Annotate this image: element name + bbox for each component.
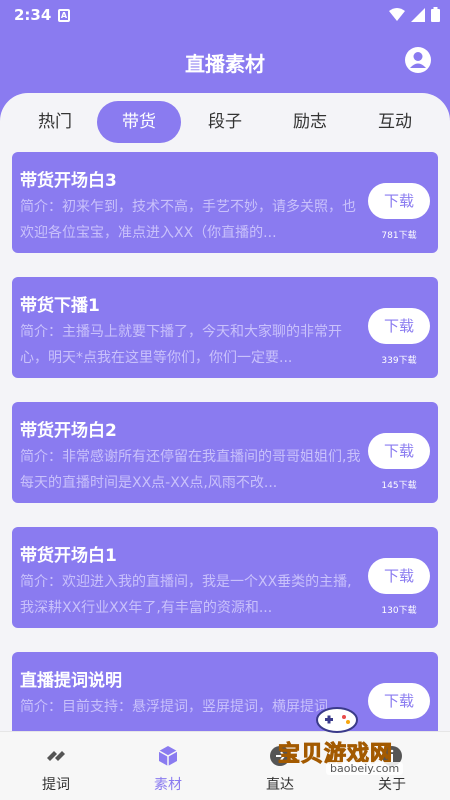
nav-label: 提词: [42, 777, 70, 793]
material-card[interactable]: 带货开场白3 简介：初来乍到，技术不高，手艺不妙，请多关照，也欢迎各位宝宝，准点…: [12, 152, 438, 253]
card-description: 简介：初来乍到，技术不高，手艺不妙，请多关照，也欢迎各位宝宝，准点进入XX（你直…: [20, 199, 356, 241]
download-count: 339下载: [381, 356, 417, 366]
gamepad-icon: [316, 707, 358, 733]
material-card[interactable]: 带货开场白1 简介：欢迎进入我的直播间，我是一个XX垂类的主播,我深耕XX行业X…: [12, 527, 438, 628]
status-time: 2:34: [14, 6, 52, 24]
notification-a-icon: A: [58, 9, 70, 22]
category-tabs: 热门 带货 段子 励志 互动: [0, 101, 450, 143]
tab-interaction[interactable]: 互动: [353, 101, 437, 143]
tab-selling[interactable]: 带货: [97, 101, 181, 143]
download-button[interactable]: 下载: [368, 433, 430, 469]
profile-button[interactable]: [404, 46, 432, 74]
download-button[interactable]: 下载: [368, 308, 430, 344]
content-panel: 热门 带货 段子 励志 互动 带货开场白3 简介：初来乍到，技术不高，手艺不妙，…: [0, 93, 450, 800]
download-button[interactable]: 下载: [368, 183, 430, 219]
watermark-url: baobeiy.com: [326, 762, 404, 775]
tab-hot[interactable]: 热门: [13, 101, 97, 143]
header: 直播素材: [0, 32, 450, 90]
material-card[interactable]: 带货开场白2 简介：非常感谢所有还停留在我直播间的哥哥姐姐们,我每天的直播时间是…: [12, 402, 438, 503]
card-title: 带货开场白2: [20, 421, 117, 441]
nav-item-materials[interactable]: 素材: [112, 732, 224, 800]
status-icons: [389, 7, 440, 22]
signal-icon: [411, 7, 425, 22]
download-button[interactable]: 下载: [368, 558, 430, 594]
card-description: 简介：欢迎进入我的直播间，我是一个XX垂类的主播,我深耕XX行业XX年了,有丰富…: [20, 574, 352, 616]
status-bar: 2:34 A: [0, 0, 450, 32]
card-title: 直播提词说明: [20, 671, 122, 691]
user-icon: [405, 47, 431, 73]
battery-icon: [431, 7, 440, 22]
page-title: 直播素材: [185, 52, 265, 76]
cube-icon: [158, 746, 178, 766]
download-count: 130下载: [381, 606, 417, 616]
card-title: 带货下播1: [20, 296, 100, 316]
tab-jokes[interactable]: 段子: [183, 101, 267, 143]
watermark: 宝贝游戏网 baobeiy.com: [272, 700, 432, 778]
download-count: 781下载: [381, 231, 417, 241]
card-title: 带货开场白3: [20, 171, 117, 191]
card-description: 简介：主播马上就要下播了，今天和大家聊的非常开心，明天*点我在这里等你们，你们一…: [20, 324, 342, 366]
nav-label: 素材: [154, 777, 182, 793]
link-icon: [47, 751, 65, 761]
tab-inspiration[interactable]: 励志: [268, 101, 352, 143]
material-card[interactable]: 带货下播1 简介：主播马上就要下播了，今天和大家聊的非常开心，明天*点我在这里等…: [12, 277, 438, 378]
nav-item-prompter[interactable]: 提词: [0, 732, 112, 800]
card-title: 带货开场白1: [20, 546, 117, 566]
card-description: 简介：非常感谢所有还停留在我直播间的哥哥姐姐们,我每天的直播时间是XX点-XX点…: [20, 449, 361, 491]
wifi-icon: [389, 7, 405, 21]
download-count: 145下载: [381, 481, 417, 491]
